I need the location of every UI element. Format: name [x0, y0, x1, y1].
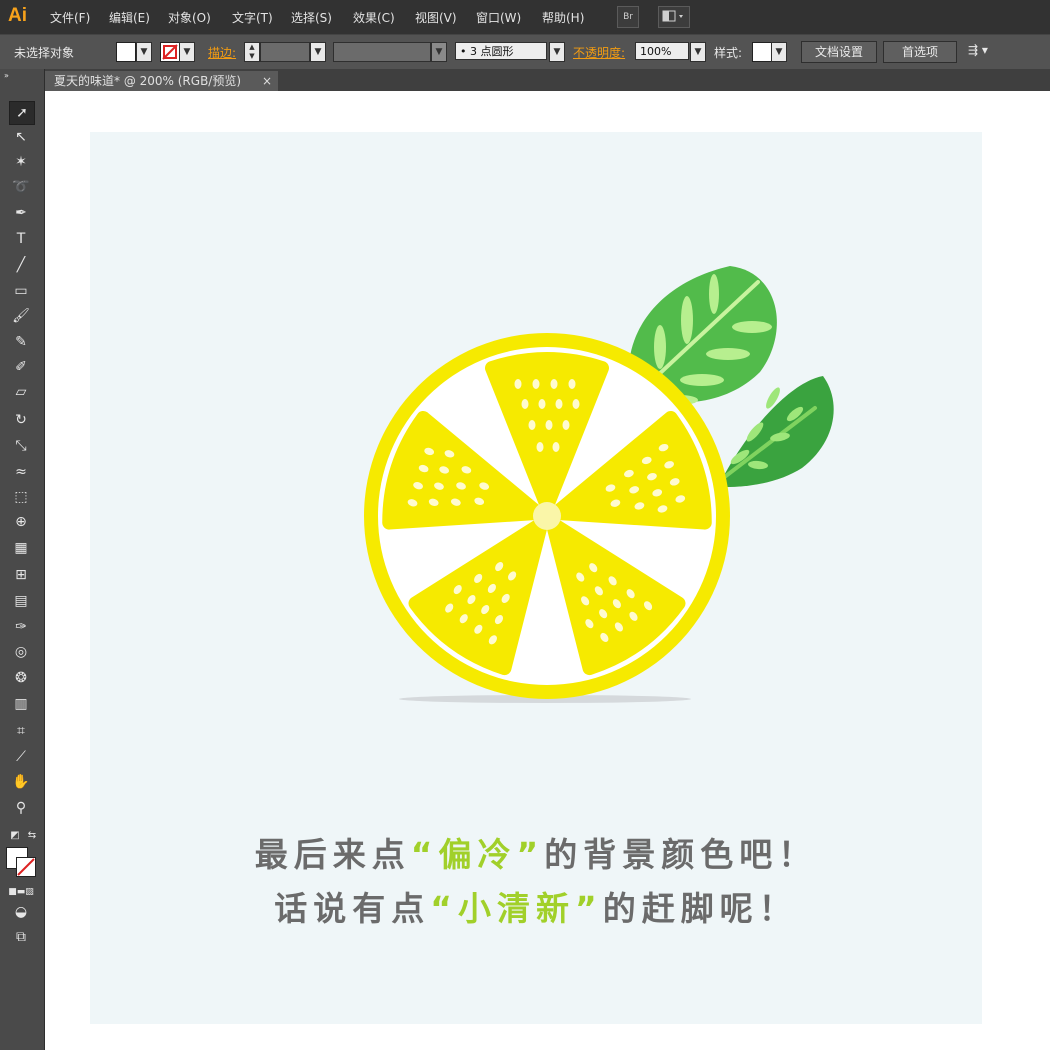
lasso-tool-icon[interactable]: ➰ — [9, 176, 33, 198]
caption-1-before: 最后来点 — [254, 835, 411, 874]
menu-file[interactable]: 文件(F) — [50, 9, 90, 26]
leaf-back — [716, 376, 834, 488]
menu-view[interactable]: 视图(V) — [415, 9, 457, 26]
close-icon[interactable]: × — [262, 71, 272, 91]
menu-type[interactable]: 文字(T) — [232, 9, 273, 26]
arrange-icon — [662, 10, 683, 22]
document-tab[interactable]: 夏天的味道* @ 200% (RGB/预览) × — [44, 71, 278, 91]
rectangle-tool-icon[interactable]: ▭ — [9, 280, 33, 302]
arrange-documents-button[interactable] — [658, 6, 690, 28]
collapse-icon[interactable]: » — [4, 71, 28, 81]
caption-2-highlight: “小清新” — [430, 889, 603, 928]
shape-builder-tool-icon[interactable]: ⊕ — [9, 511, 33, 533]
blend-tool-icon[interactable]: ◎ — [9, 641, 33, 663]
caption-1-after: 的背景颜色吧！ — [544, 835, 818, 874]
caption-1-highlight: “偏冷” — [410, 835, 545, 874]
artboard: 最后来点“偏冷”的背景颜色吧！ 话说有点“小清新”的赶脚呢！ — [90, 132, 982, 1024]
preferences-button[interactable]: 首选项 — [883, 41, 957, 63]
swap-colors-icon[interactable]: ⇆ — [20, 825, 44, 847]
app-logo: Ai — [8, 5, 27, 26]
canvas-area: 最后来点“偏冷”的背景颜色吧！ 话说有点“小清新”的赶脚呢！ — [45, 91, 1050, 1050]
fill-swatch[interactable] — [116, 42, 136, 62]
symbol-sprayer-tool-icon[interactable]: ❂ — [9, 667, 33, 689]
brush-label: 3 点圆形 — [470, 45, 514, 58]
direct-selection-tool-icon[interactable]: ↖ — [9, 126, 33, 148]
brush-dot-icon: • — [460, 45, 470, 58]
menu-object[interactable]: 对象(O) — [168, 9, 211, 26]
fill-dropdown-arrow[interactable]: ▼ — [136, 42, 152, 62]
lemon-slice — [364, 333, 730, 699]
type-tool-icon[interactable]: T — [9, 228, 33, 250]
slice-tool-icon[interactable]: ⟋ — [9, 746, 33, 768]
caption-line-2: 话说有点“小清新”的赶脚呢！ — [90, 882, 982, 930]
caption-2-before: 话说有点 — [274, 889, 431, 928]
paintbrush-tool-icon[interactable]: 🖌 — [9, 305, 33, 327]
document-setup-button[interactable]: 文档设置 — [801, 41, 877, 63]
stroke-label[interactable]: 描边: — [208, 44, 236, 61]
scale-tool-icon[interactable]: ⤡ — [9, 435, 33, 457]
no-stroke-icon — [162, 44, 178, 60]
column-graph-tool-icon[interactable]: ▥ — [9, 693, 33, 715]
color-mode-icons[interactable]: ■▬▨ — [6, 881, 36, 903]
caption-2-after: 的赶脚呢！ — [602, 889, 798, 928]
menu-edit[interactable]: 编辑(E) — [109, 9, 150, 26]
bridge-button[interactable]: Br — [617, 6, 639, 28]
menu-bar: Ai 文件(F) 编辑(E) 对象(O) 文字(T) 选择(S) 效果(C) 视… — [0, 0, 1050, 34]
gradient-tool-icon[interactable]: ▤ — [9, 590, 33, 612]
rotate-tool-icon[interactable]: ↻ — [9, 409, 33, 431]
menu-select[interactable]: 选择(S) — [291, 9, 332, 26]
drawing-mode-icon[interactable]: ◒ — [9, 901, 33, 923]
style-label: 样式: — [714, 46, 743, 60]
eraser-tool-icon[interactable]: ▱ — [9, 381, 33, 403]
screen-mode-icon[interactable]: ⧉ — [9, 926, 33, 948]
menu-help[interactable]: 帮助(H) — [542, 9, 584, 26]
tools-panel: » ➚ ↖ ✶ ➰ ✒ T ╱ ▭ 🖌 ✎ ✐ ▱ ↻ ⤡ ≈ ⬚ ⊕ ▦ ⊞ … — [0, 69, 45, 1050]
control-bar: 未选择对象 ▼ ▼ 描边: ▲ ▼ ▼ ▼ • 3 点圆形 ▼ 不透明度: 100… — [0, 34, 1050, 70]
brush-arrow[interactable]: ▼ — [549, 42, 565, 62]
stroke-weight-stepper[interactable]: ▲ ▼ — [244, 42, 260, 62]
caption-line-1: 最后来点“偏冷”的背景颜色吧！ — [90, 828, 982, 876]
line-tool-icon[interactable]: ╱ — [9, 254, 33, 276]
stroke-dropdown-arrow[interactable]: ▼ — [179, 42, 195, 62]
magic-wand-tool-icon[interactable]: ✶ — [9, 151, 33, 173]
stroke-weight-field[interactable] — [260, 42, 310, 62]
selection-status: 未选择对象 — [14, 46, 75, 60]
lemon-core — [533, 502, 561, 530]
menu-effect[interactable]: 效果(C) — [353, 9, 395, 26]
perspective-grid-tool-icon[interactable]: ▦ — [9, 537, 33, 559]
pen-tool-icon[interactable]: ✒ — [9, 202, 33, 224]
style-arrow[interactable]: ▼ — [771, 42, 787, 62]
eyedropper-tool-icon[interactable]: ✑ — [9, 616, 33, 638]
panel-menu-icon[interactable]: ⇶ ▾ — [968, 43, 988, 57]
artboard-tool-icon[interactable]: ⌗ — [9, 720, 33, 742]
opacity-label[interactable]: 不透明度: — [573, 44, 625, 61]
mesh-tool-icon[interactable]: ⊞ — [9, 564, 33, 586]
warp-tool-icon[interactable]: ≈ — [9, 461, 33, 483]
no-stroke-icon — [17, 858, 35, 876]
style-swatch[interactable] — [752, 42, 772, 62]
document-tab-strip: 夏天的味道* @ 200% (RGB/预览) × — [44, 69, 1050, 91]
menu-window[interactable]: 窗口(W) — [476, 9, 521, 26]
blob-brush-tool-icon[interactable]: ✐ — [9, 356, 33, 378]
profile-arrow[interactable]: ▼ — [431, 42, 447, 62]
variable-width-profile[interactable] — [333, 42, 431, 62]
stroke-weight-arrow[interactable]: ▼ — [310, 42, 326, 62]
stroke-color-box[interactable] — [16, 857, 36, 877]
opacity-field[interactable]: 100% — [635, 42, 689, 60]
pencil-tool-icon[interactable]: ✎ — [9, 331, 33, 353]
document-tab-title: 夏天的味道* @ 200% (RGB/预览) — [54, 74, 242, 88]
free-transform-tool-icon[interactable]: ⬚ — [9, 486, 33, 508]
stroke-swatch[interactable] — [160, 42, 180, 62]
brush-definition-field[interactable]: • 3 点圆形 — [455, 42, 547, 60]
zoom-tool-icon[interactable]: ⚲ — [9, 797, 33, 819]
opacity-arrow[interactable]: ▼ — [690, 42, 706, 62]
selection-tool-icon[interactable]: ➚ — [9, 101, 35, 125]
hand-tool-icon[interactable]: ✋ — [9, 771, 33, 793]
